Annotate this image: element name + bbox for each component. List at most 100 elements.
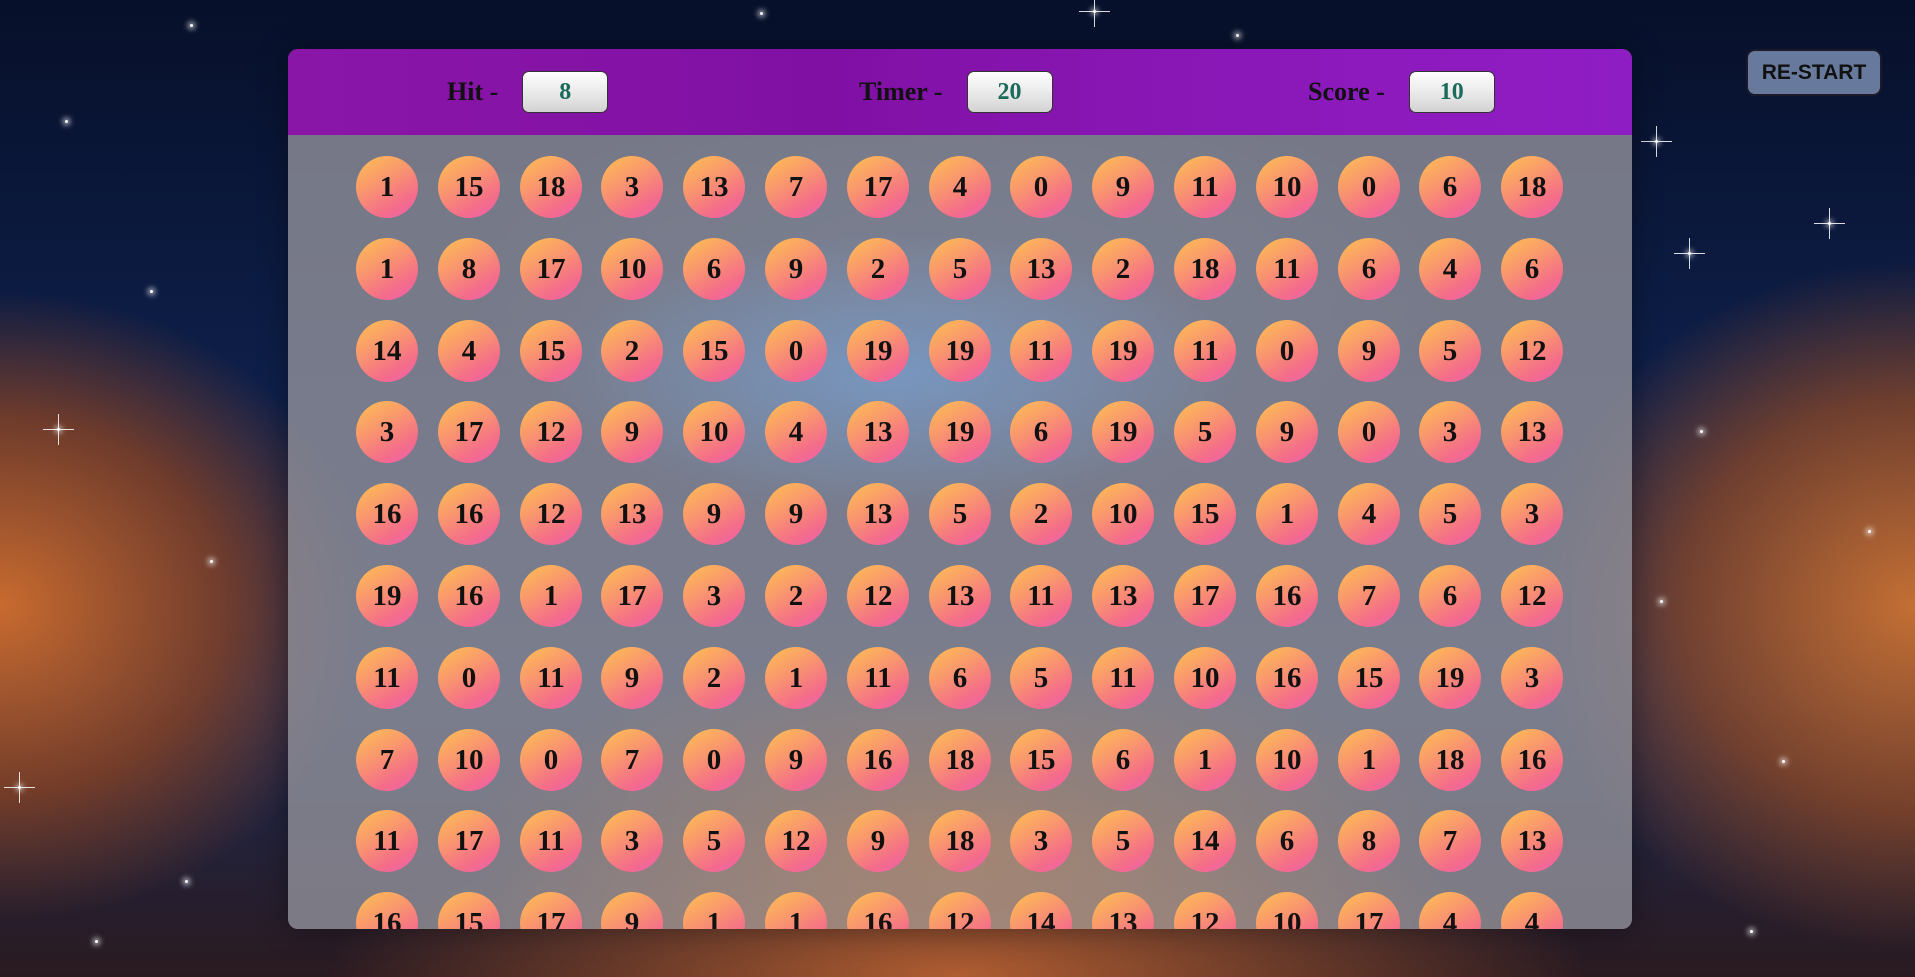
bubble[interactable]: 18 (1174, 238, 1236, 300)
bubble[interactable]: 1 (520, 565, 582, 627)
bubble[interactable]: 9 (1256, 401, 1318, 463)
bubble[interactable]: 0 (1010, 156, 1072, 218)
bubble[interactable]: 5 (929, 483, 991, 545)
bubble[interactable]: 6 (1010, 401, 1072, 463)
bubble[interactable]: 2 (847, 238, 909, 300)
bubble[interactable]: 15 (1010, 729, 1072, 791)
bubble[interactable]: 16 (1501, 729, 1563, 791)
bubble[interactable]: 8 (1338, 810, 1400, 872)
bubble[interactable]: 13 (847, 483, 909, 545)
bubble[interactable]: 16 (1256, 565, 1318, 627)
bubble[interactable]: 15 (438, 156, 500, 218)
bubble[interactable]: 15 (520, 320, 582, 382)
bubble[interactable]: 0 (683, 729, 745, 791)
bubble[interactable]: 6 (683, 238, 745, 300)
bubble[interactable]: 0 (520, 729, 582, 791)
bubble[interactable]: 3 (1010, 810, 1072, 872)
bubble[interactable]: 2 (765, 565, 827, 627)
bubble[interactable]: 13 (929, 565, 991, 627)
bubble[interactable]: 9 (601, 647, 663, 709)
bubble[interactable]: 16 (438, 483, 500, 545)
bubble[interactable]: 11 (1256, 238, 1318, 300)
bubble[interactable]: 13 (1501, 810, 1563, 872)
bubble[interactable]: 6 (1256, 810, 1318, 872)
bubble[interactable]: 18 (520, 156, 582, 218)
bubble[interactable]: 10 (1256, 729, 1318, 791)
bubble[interactable]: 5 (929, 238, 991, 300)
bubble[interactable]: 17 (520, 238, 582, 300)
bubble[interactable]: 11 (1092, 647, 1154, 709)
bubble[interactable]: 6 (929, 647, 991, 709)
bubble[interactable]: 19 (1092, 401, 1154, 463)
bubble[interactable]: 0 (1338, 401, 1400, 463)
bubble[interactable]: 3 (1501, 647, 1563, 709)
bubble[interactable]: 10 (1174, 647, 1236, 709)
bubble[interactable]: 19 (1092, 320, 1154, 382)
bubble[interactable]: 7 (601, 729, 663, 791)
bubble[interactable]: 7 (1419, 810, 1481, 872)
restart-button[interactable]: RE-START (1746, 49, 1882, 96)
bubble[interactable]: 15 (1338, 647, 1400, 709)
bubble[interactable]: 4 (1338, 483, 1400, 545)
bubble[interactable]: 13 (1010, 238, 1072, 300)
bubble[interactable]: 0 (1338, 156, 1400, 218)
bubble[interactable]: 8 (438, 238, 500, 300)
bubble[interactable]: 4 (929, 156, 991, 218)
bubble[interactable]: 5 (1419, 320, 1481, 382)
bubble[interactable]: 12 (520, 483, 582, 545)
bubble[interactable]: 2 (683, 647, 745, 709)
bubble[interactable]: 17 (847, 156, 909, 218)
bubble[interactable]: 19 (1419, 647, 1481, 709)
bubble[interactable]: 1 (1338, 729, 1400, 791)
bubble[interactable]: 5 (1092, 810, 1154, 872)
bubble[interactable]: 2 (1010, 483, 1072, 545)
bubble[interactable]: 10 (683, 401, 745, 463)
bubble[interactable]: 14 (1174, 810, 1236, 872)
bubble[interactable]: 9 (1092, 156, 1154, 218)
bubble[interactable]: 17 (438, 401, 500, 463)
bubble[interactable]: 6 (1092, 729, 1154, 791)
bubble[interactable]: 13 (1092, 565, 1154, 627)
bubble[interactable]: 5 (683, 810, 745, 872)
bubble[interactable]: 13 (1501, 401, 1563, 463)
bubble[interactable]: 3 (1501, 483, 1563, 545)
bubble[interactable]: 5 (1010, 647, 1072, 709)
bubble[interactable]: 6 (1501, 238, 1563, 300)
bubble[interactable]: 19 (356, 565, 418, 627)
bubble[interactable]: 1 (765, 647, 827, 709)
bubble[interactable]: 9 (765, 729, 827, 791)
bubble[interactable]: 4 (438, 320, 500, 382)
bubble[interactable]: 19 (847, 320, 909, 382)
bubble[interactable]: 12 (765, 810, 827, 872)
bubble[interactable]: 12 (1501, 565, 1563, 627)
bubble[interactable]: 17 (1174, 565, 1236, 627)
bubble[interactable]: 11 (356, 810, 418, 872)
bubble[interactable]: 6 (1338, 238, 1400, 300)
bubble[interactable]: 5 (1174, 401, 1236, 463)
bubble[interactable]: 11 (520, 810, 582, 872)
bubble[interactable]: 0 (1256, 320, 1318, 382)
bubble[interactable]: 16 (356, 483, 418, 545)
bubble[interactable]: 18 (929, 729, 991, 791)
bubble[interactable]: 7 (765, 156, 827, 218)
bubble[interactable]: 13 (601, 483, 663, 545)
bubble[interactable]: 18 (1419, 729, 1481, 791)
bubble[interactable]: 9 (847, 810, 909, 872)
bubble[interactable]: 10 (1092, 483, 1154, 545)
bubble[interactable]: 17 (438, 810, 500, 872)
bubble[interactable]: 4 (1419, 238, 1481, 300)
bubble[interactable]: 18 (929, 810, 991, 872)
bubble[interactable]: 10 (1256, 156, 1318, 218)
bubble[interactable]: 0 (438, 647, 500, 709)
bubble[interactable]: 10 (601, 238, 663, 300)
bubble[interactable]: 3 (356, 401, 418, 463)
bubble[interactable]: 9 (765, 238, 827, 300)
bubble[interactable]: 2 (601, 320, 663, 382)
bubble[interactable]: 1 (1256, 483, 1318, 545)
bubble[interactable]: 4 (765, 401, 827, 463)
bubble[interactable]: 11 (1174, 320, 1236, 382)
bubble[interactable]: 2 (1092, 238, 1154, 300)
bubble[interactable]: 19 (929, 320, 991, 382)
bubble[interactable]: 11 (847, 647, 909, 709)
bubble[interactable]: 3 (683, 565, 745, 627)
